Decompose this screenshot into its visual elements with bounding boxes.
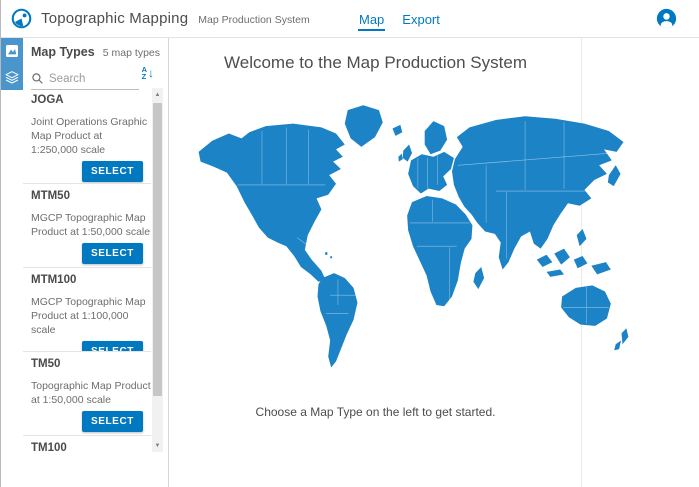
select-button[interactable]: SELECT — [82, 411, 143, 432]
panel-header: Map Types 5 map types — [23, 38, 168, 62]
list-scrollbar[interactable]: ▲ ▼ — [152, 88, 163, 452]
sort-az-icon[interactable]: AZ↓ — [142, 66, 154, 80]
top-nav: Map Export — [358, 0, 441, 38]
map-type-description: MGCP Topographic Map Product at 1:100,00… — [31, 295, 151, 337]
map-types-count: 5 map types — [103, 47, 160, 59]
panel-title: Map Types — [31, 45, 95, 59]
map-type-description: MGCP Topographic Map Product at 1:50,000… — [31, 211, 151, 239]
nav-tab-export[interactable]: Export — [401, 3, 441, 36]
list-item-mtm50[interactable]: MTM50 MGCP Topographic Map Product at 1:… — [23, 184, 151, 268]
list-item-mtm100[interactable]: MTM100 MGCP Topographic Map Product at 1… — [23, 268, 151, 352]
app-subtitle: Map Production System — [198, 11, 309, 26]
map-type-description: Topographic Map Product at 1:50,000 scal… — [31, 379, 151, 407]
scrollbar-thumb[interactable] — [153, 103, 162, 396]
nav-tab-map[interactable]: Map — [358, 3, 385, 36]
list-item-tm100[interactable]: TM100 — [23, 436, 151, 456]
select-button[interactable]: SELECT — [82, 341, 143, 352]
map-type-description: Joint Operations Graphic Map Product at … — [31, 115, 151, 157]
select-button[interactable]: SELECT — [82, 243, 143, 264]
layers-icon[interactable] — [1, 64, 23, 90]
user-avatar-icon[interactable] — [656, 8, 677, 29]
globe-logo-icon — [11, 8, 32, 29]
map-type-name: MTM50 — [31, 190, 151, 203]
search-icon — [31, 72, 44, 85]
tool-strip — [1, 38, 23, 90]
app-window: Topographic Mapping Map Production Syste… — [0, 0, 699, 487]
map-type-name: MTM100 — [31, 274, 151, 287]
scroll-up-arrow-icon[interactable]: ▲ — [152, 88, 163, 101]
map-type-list: JOGA Joint Operations Graphic Map Produc… — [23, 88, 151, 456]
scroll-down-arrow-icon[interactable]: ▼ — [152, 439, 163, 452]
select-button[interactable]: SELECT — [82, 161, 143, 182]
app-title: Topographic Mapping — [41, 10, 188, 27]
map-type-name: TM50 — [31, 358, 151, 371]
list-item-tm50[interactable]: TM50 Topographic Map Product at 1:50,000… — [23, 352, 151, 436]
map-type-name: TM100 — [31, 442, 151, 455]
welcome-title: Welcome to the Map Production System — [170, 53, 581, 73]
welcome-panel: Welcome to the Map Production System — [170, 38, 581, 487]
map-types-panel: Map Types 5 map types AZ↓ JOGA Joint Ope… — [1, 38, 169, 487]
app-header: Topographic Mapping Map Production Syste… — [1, 0, 699, 38]
get-started-caption: Choose a Map Type on the left to get sta… — [170, 405, 581, 419]
map-products-icon[interactable] — [1, 38, 23, 64]
world-map-image — [184, 93, 642, 381]
search-box — [31, 68, 139, 90]
search-input[interactable] — [49, 73, 129, 85]
list-item-joga[interactable]: JOGA Joint Operations Graphic Map Produc… — [23, 88, 151, 184]
map-type-name: JOGA — [31, 94, 151, 107]
